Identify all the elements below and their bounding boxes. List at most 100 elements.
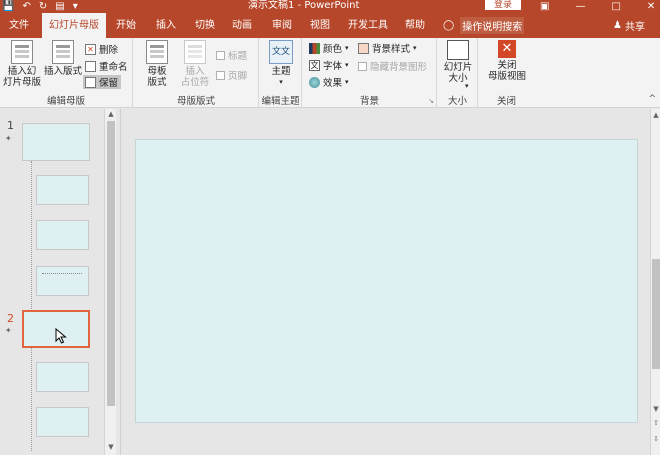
preserve-button[interactable]: 保留 xyxy=(83,75,122,89)
tab-animations[interactable]: 动画 xyxy=(226,13,258,38)
next-slide-icon[interactable]: ⇩ xyxy=(651,435,660,443)
tab-view[interactable]: 视图 xyxy=(304,13,336,38)
share-label: 共享 xyxy=(624,22,645,33)
fonts-button[interactable]: 文 字体 ▾ xyxy=(309,58,349,72)
tab-transitions[interactable]: 切换 xyxy=(189,13,221,38)
effects-dropdown-icon: ▾ xyxy=(345,78,349,86)
effects-button[interactable]: 效果 ▾ xyxy=(309,75,349,89)
customize-icon[interactable]: ▾ xyxy=(73,1,78,12)
redo-icon[interactable]: ↻ xyxy=(39,1,47,12)
scrollbar-thumb[interactable] xyxy=(652,259,660,369)
ribbon: 插入幻 灯片母版 插入版式 ✕ 删除 重命名 保留 编辑母版 母板 版式 插入 … xyxy=(0,38,660,108)
collapse-ribbon-icon[interactable]: ^ xyxy=(648,94,656,104)
layout-thumbnail[interactable] xyxy=(36,407,89,437)
placeholder-lines xyxy=(42,273,82,275)
tab-review[interactable]: 审阅 xyxy=(266,13,298,38)
present-icon[interactable]: ▤ xyxy=(55,1,64,12)
window-title: 演示文稿1 - PowerPoint xyxy=(248,0,360,11)
scrollbar-thumb[interactable] xyxy=(107,121,115,406)
delete-icon: ✕ xyxy=(85,43,96,55)
rename-button[interactable]: 重命名 xyxy=(85,59,128,73)
scroll-up-icon[interactable]: ▲ xyxy=(651,111,660,119)
delete-button[interactable]: ✕ 删除 xyxy=(85,42,118,56)
slide-size-button[interactable]: 幻灯片 大小 xyxy=(442,40,474,84)
slide-size-icon xyxy=(447,40,469,60)
group-close: ✕ 关闭 母版视图 关闭 xyxy=(479,38,534,108)
previous-slide-icon[interactable]: ⇧ xyxy=(651,419,660,427)
slide-canvas[interactable] xyxy=(135,139,638,423)
undo-icon[interactable]: ↶ xyxy=(22,1,30,12)
group-label-edit-theme: 编辑主题 xyxy=(261,96,300,107)
quick-access-toolbar: 💾 ↶ ↻ ▤ ▾ xyxy=(2,0,78,13)
maximize-icon[interactable]: □ xyxy=(611,1,620,12)
person-icon: ♟ xyxy=(613,20,622,31)
tab-help[interactable]: 帮助 xyxy=(399,13,431,38)
background-styles-button[interactable]: 背景样式 ▾ xyxy=(358,41,417,55)
scroll-up-icon[interactable]: ▲ xyxy=(106,110,116,118)
slide-editing-area xyxy=(120,109,650,455)
title-checkbox[interactable]: 标题 xyxy=(216,48,247,62)
tab-developer[interactable]: 开发工具 xyxy=(343,13,393,38)
group-size: 幻灯片 大小 ▾ 大小 xyxy=(438,38,478,108)
group-label-edit-master: 编辑母版 xyxy=(46,96,85,107)
pin-icon: ✦ xyxy=(5,134,12,143)
layout-thumbnail[interactable] xyxy=(36,220,89,250)
insert-placeholder-button[interactable]: 插入 占位符 xyxy=(176,40,214,88)
layout-thumbnail[interactable] xyxy=(36,362,89,392)
fonts-dropdown-icon: ▾ xyxy=(345,61,349,69)
share-button[interactable]: ♟ 共享 xyxy=(613,13,645,38)
title-bar: 💾 ↶ ↻ ▤ ▾ 演示文稿1 - PowerPoint 登录 ▣ — □ ✕ xyxy=(0,0,660,13)
hide-background-checkbox[interactable]: 隐藏背景图形 xyxy=(358,59,427,73)
pin-icon: ✦ xyxy=(5,326,12,335)
themes-dropdown-icon: ▾ xyxy=(279,78,283,86)
editor-scrollbar[interactable]: ▲ ▼ ⇧ ⇩ xyxy=(650,109,660,455)
tab-file[interactable]: 文件 xyxy=(2,13,36,38)
window-controls: ▣ — □ ✕ xyxy=(540,0,655,12)
bg-styles-dropdown-icon: ▾ xyxy=(413,44,417,52)
tab-slide-master[interactable]: 幻灯片母版 xyxy=(42,13,106,38)
group-label-master-layout: 母版版式 xyxy=(176,96,215,107)
scroll-down-icon[interactable]: ▼ xyxy=(651,405,660,413)
group-edit-master: 插入幻 灯片母版 插入版式 ✕ 删除 重命名 保留 编辑母版 xyxy=(0,38,133,108)
insert-layout-button[interactable]: 插入版式 xyxy=(43,40,83,77)
lightbulb-icon: ◯ xyxy=(443,20,455,31)
themes-button[interactable]: 文文 主题 ▾ xyxy=(268,40,294,88)
group-label-background: 背景 xyxy=(359,96,379,107)
layout-thumbnail[interactable] xyxy=(36,175,89,205)
scroll-down-icon[interactable]: ▼ xyxy=(106,443,116,451)
tell-me-search[interactable]: ◯ 操作说明搜索 xyxy=(443,13,525,38)
hide-background-check-box xyxy=(358,61,367,71)
tell-me-label: 操作说明搜索 xyxy=(460,17,525,34)
ribbon-display-icon[interactable]: ▣ xyxy=(540,1,549,12)
insert-master-icon xyxy=(11,40,33,64)
slide-master-thumbnail[interactable] xyxy=(22,123,90,161)
fonts-icon: 文 xyxy=(309,59,320,71)
rename-icon xyxy=(85,60,96,72)
thumbnail-scrollbar[interactable]: ▲ ▼ xyxy=(104,109,116,455)
tab-insert[interactable]: 插入 xyxy=(150,13,182,38)
master-layout-button[interactable]: 母板 版式 xyxy=(142,40,172,88)
insert-slide-master-button[interactable]: 插入幻 灯片母版 xyxy=(2,40,42,88)
close-master-view-button[interactable]: ✕ 关闭 母版视图 xyxy=(483,40,531,82)
layout-connector xyxy=(31,161,32,451)
login-button[interactable]: 登录 xyxy=(485,0,521,10)
master-layout-icon xyxy=(146,40,168,64)
colors-dropdown-icon: ▾ xyxy=(345,44,349,52)
group-background: 颜色 ▾ 文 字体 ▾ 效果 ▾ 背景样式 ▾ 隐藏背景图形 背景 ↘ xyxy=(303,38,437,108)
thumbnail-pane: 1 ✦ 2 ✦ ▲ ▼ xyxy=(0,109,118,455)
themes-icon: 文文 xyxy=(269,40,293,64)
save-icon[interactable]: 💾 xyxy=(2,1,14,12)
group-label-size: 大小 xyxy=(447,96,467,107)
slide-number-1: 1 xyxy=(7,119,14,132)
background-dialog-launcher-icon[interactable]: ↘ xyxy=(428,97,434,105)
tab-home[interactable]: 开始 xyxy=(110,13,142,38)
slide-size-dropdown-icon: ▾ xyxy=(465,82,469,90)
background-styles-icon xyxy=(358,42,369,54)
layout-thumbnail[interactable] xyxy=(36,266,89,296)
minimize-icon[interactable]: — xyxy=(575,1,585,12)
close-icon[interactable]: ✕ xyxy=(647,1,655,12)
colors-button[interactable]: 颜色 ▾ xyxy=(309,41,349,55)
footer-checkbox[interactable]: 页脚 xyxy=(216,68,247,82)
group-edit-theme: 文文 主题 ▾ 编辑主题 xyxy=(260,38,302,108)
close-master-icon: ✕ xyxy=(498,40,516,58)
